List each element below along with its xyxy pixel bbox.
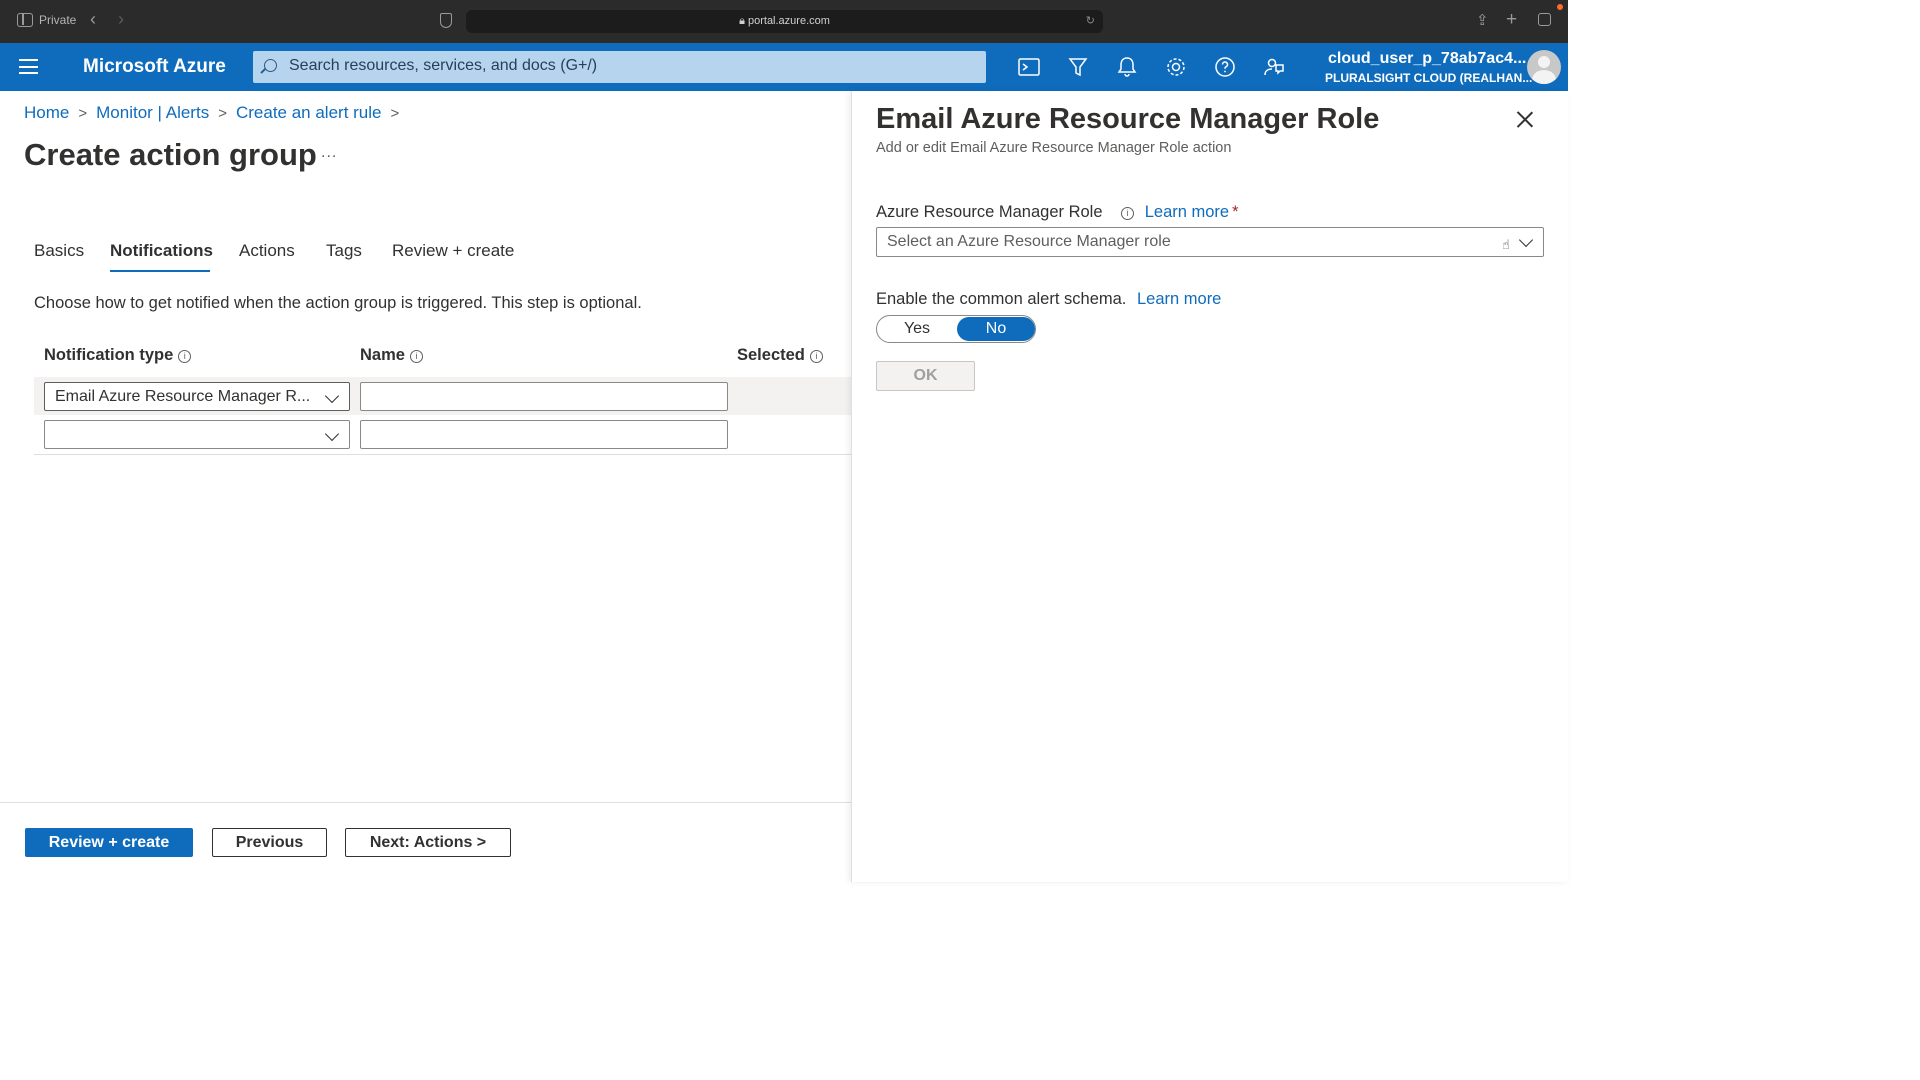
pointer-cursor-icon: ☝︎ bbox=[1502, 237, 1510, 252]
role-label-text: Azure Resource Manager Role bbox=[876, 203, 1103, 221]
more-options-icon[interactable]: ... bbox=[321, 144, 337, 162]
chevron-down-icon bbox=[324, 426, 340, 442]
role-learn-more-link[interactable]: Learn more bbox=[1145, 203, 1229, 221]
address-bar[interactable]: 🔒︎ portal.azure.com ↻ bbox=[466, 10, 1103, 33]
tab-basics[interactable]: Basics bbox=[34, 241, 84, 261]
previous-button[interactable]: Previous bbox=[212, 828, 327, 857]
forward-arrow-icon[interactable]: › bbox=[118, 9, 124, 30]
search-placeholder: Search resources, services, and docs (G+… bbox=[289, 57, 598, 74]
settings-icon[interactable] bbox=[1164, 55, 1188, 79]
tab-review-create[interactable]: Review + create bbox=[392, 241, 514, 261]
breadcrumb-chevron-icon: > bbox=[390, 105, 400, 122]
tab-tags[interactable]: Tags bbox=[326, 241, 362, 261]
column-label: Name bbox=[360, 346, 405, 364]
footer-divider bbox=[0, 802, 851, 803]
directory-filter-icon[interactable] bbox=[1066, 55, 1090, 79]
notification-dot bbox=[1557, 4, 1563, 10]
column-header-notification-type: Notification type i bbox=[44, 346, 192, 365]
info-icon[interactable]: i bbox=[809, 350, 823, 363]
info-icon[interactable]: i bbox=[1121, 207, 1135, 220]
schema-learn-more-link[interactable]: Learn more bbox=[1137, 290, 1221, 308]
privacy-shield-icon[interactable] bbox=[440, 13, 452, 28]
tab-description: Choose how to get notified when the acti… bbox=[34, 294, 642, 312]
info-icon[interactable]: i bbox=[409, 350, 423, 363]
toggle-no-option[interactable]: No bbox=[957, 317, 1035, 341]
required-indicator: * bbox=[1232, 203, 1239, 221]
breadcrumb: Home > Monitor | Alerts > Create an alert ru… bbox=[24, 103, 408, 123]
sidebar-toggle-icon[interactable] bbox=[17, 13, 33, 27]
next-actions-button[interactable]: Next: Actions > bbox=[345, 828, 511, 857]
ok-button[interactable]: OK bbox=[876, 361, 975, 391]
tab-overview-icon[interactable] bbox=[1538, 13, 1551, 26]
private-label: Private bbox=[39, 13, 77, 27]
avatar[interactable] bbox=[1527, 50, 1561, 84]
notification-type-dropdown[interactable] bbox=[44, 420, 350, 449]
global-search-input[interactable]: Search resources, services, and docs (G+… bbox=[253, 51, 986, 83]
feedback-icon[interactable] bbox=[1262, 55, 1286, 79]
common-alert-schema-toggle[interactable]: Yes No bbox=[876, 315, 1036, 343]
account-directory[interactable]: PLURALSIGHT CLOUD (REALHAN... bbox=[1325, 71, 1532, 85]
schema-field-label: Enable the common alert schema. Learn mo… bbox=[876, 290, 1221, 309]
tab-actions[interactable]: Actions bbox=[239, 241, 295, 261]
breadcrumb-home[interactable]: Home bbox=[24, 103, 69, 122]
new-tab-icon[interactable]: + bbox=[1506, 9, 1517, 31]
reload-icon[interactable]: ↻ bbox=[1086, 10, 1095, 33]
breadcrumb-monitor-alerts[interactable]: Monitor | Alerts bbox=[96, 103, 209, 122]
panel-title: Email Azure Resource Manager Role bbox=[876, 103, 1380, 135]
toggle-yes-option[interactable]: Yes bbox=[877, 316, 957, 342]
active-tab-indicator bbox=[110, 270, 210, 272]
column-header-name: Name i bbox=[360, 346, 423, 365]
breadcrumb-chevron-icon: > bbox=[78, 105, 88, 122]
close-icon[interactable] bbox=[1516, 110, 1534, 128]
page-title: Create action group bbox=[24, 137, 317, 172]
search-icon bbox=[264, 59, 277, 72]
back-arrow-icon[interactable]: ‹ bbox=[90, 9, 96, 30]
edit-action-panel: Email Azure Resource Manager Role Add or… bbox=[851, 91, 1568, 882]
chevron-down-icon bbox=[1518, 232, 1534, 248]
azure-top-bar: Microsoft Azure Search resources, servic… bbox=[0, 43, 1568, 91]
chevron-down-icon bbox=[324, 388, 340, 404]
column-label: Selected bbox=[737, 346, 805, 364]
help-icon[interactable] bbox=[1213, 55, 1237, 79]
review-create-button[interactable]: Review + create bbox=[25, 828, 193, 857]
url-text: portal.azure.com bbox=[747, 15, 830, 27]
role-dropdown[interactable]: Select an Azure Resource Manager role bbox=[876, 227, 1544, 257]
notification-name-input[interactable] bbox=[360, 382, 728, 411]
role-dropdown-placeholder: Select an Azure Resource Manager role bbox=[887, 233, 1171, 250]
column-header-selected: Selected i bbox=[737, 346, 823, 365]
notification-type-dropdown[interactable]: Email Azure Resource Manager R... bbox=[44, 382, 350, 411]
table-row: Email Azure Resource Manager R... bbox=[34, 377, 851, 415]
notification-name-input[interactable] bbox=[360, 420, 728, 449]
browser-toolbar: Private ‹ › 🔒︎ portal.azure.com ↻ ⇪ + bbox=[0, 0, 1568, 43]
column-label: Notification type bbox=[44, 346, 174, 364]
breadcrumb-chevron-icon: > bbox=[218, 105, 227, 122]
share-icon[interactable]: ⇪ bbox=[1476, 11, 1489, 29]
lock-icon: 🔒︎ bbox=[739, 15, 745, 27]
cloud-shell-icon[interactable] bbox=[1017, 55, 1041, 79]
panel-subtitle: Add or edit Email Azure Resource Manager… bbox=[876, 140, 1232, 156]
account-name[interactable]: cloud_user_p_78ab7ac4... bbox=[1328, 50, 1526, 68]
schema-label-text: Enable the common alert schema. bbox=[876, 290, 1127, 308]
notifications-icon[interactable] bbox=[1115, 55, 1139, 79]
portal-menu-icon[interactable] bbox=[19, 59, 38, 74]
breadcrumb-create-alert-rule[interactable]: Create an alert rule bbox=[236, 103, 382, 122]
table-row bbox=[34, 415, 851, 455]
role-field-label: Azure Resource Manager Role i Learn more… bbox=[876, 203, 1239, 222]
tab-notifications[interactable]: Notifications bbox=[110, 241, 213, 261]
dropdown-value: Email Azure Resource Manager R... bbox=[55, 388, 311, 405]
brand-link[interactable]: Microsoft Azure bbox=[83, 56, 226, 78]
info-icon[interactable]: i bbox=[178, 350, 192, 363]
